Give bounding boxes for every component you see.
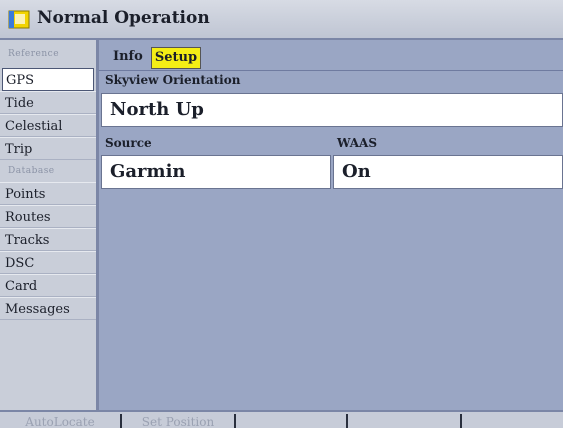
skyview-orientation-label: Skyview Orientation bbox=[105, 73, 241, 87]
sidebar-item-messages[interactable]: Messages bbox=[0, 297, 96, 320]
sidebar-section-reference: Reference bbox=[8, 49, 60, 59]
sidebar-item-tide[interactable]: Tide bbox=[0, 91, 96, 114]
sidebar-item-dsc[interactable]: DSC bbox=[0, 251, 96, 274]
source-field[interactable]: Garmin bbox=[101, 155, 331, 189]
setup-panel: Skyview Orientation North Up Source WAAS… bbox=[99, 70, 563, 411]
skyview-orientation-field[interactable]: North Up bbox=[101, 93, 563, 127]
title-bar: Normal Operation bbox=[0, 0, 563, 40]
gps-screen: Normal Operation Reference GPS Tide Cele… bbox=[0, 0, 563, 428]
sidebar-item-tracks[interactable]: Tracks bbox=[0, 228, 96, 251]
folder-icon bbox=[8, 10, 30, 29]
softkey-4[interactable] bbox=[348, 414, 462, 428]
waas-field[interactable]: On bbox=[333, 155, 563, 189]
softkey-5[interactable] bbox=[462, 414, 563, 428]
tab-bar: Info Setup bbox=[110, 47, 202, 69]
tab-info[interactable]: Info bbox=[110, 47, 146, 67]
sidebar-item-routes[interactable]: Routes bbox=[0, 205, 96, 228]
source-label: Source bbox=[105, 136, 152, 150]
sidebar-item-gps[interactable]: GPS bbox=[2, 68, 94, 91]
set-position-button[interactable]: Set Position bbox=[122, 414, 236, 428]
softkey-3[interactable] bbox=[236, 414, 348, 428]
sidebar-item-points[interactable]: Points bbox=[0, 182, 96, 205]
autolocate-button[interactable]: AutoLocate bbox=[0, 414, 122, 428]
softkey-bar: AutoLocate Set Position bbox=[0, 410, 563, 428]
sidebar-item-card[interactable]: Card bbox=[0, 274, 96, 297]
sidebar-item-trip[interactable]: Trip bbox=[0, 137, 96, 160]
waas-label: WAAS bbox=[337, 136, 377, 150]
tab-setup[interactable]: Setup bbox=[150, 47, 202, 69]
sidebar-item-celestial[interactable]: Celestial bbox=[0, 114, 96, 137]
sidebar-section-database: Database bbox=[8, 166, 55, 176]
sidebar: Reference GPS Tide Celestial Trip Databa… bbox=[0, 40, 99, 410]
page-title: Normal Operation bbox=[37, 8, 210, 28]
